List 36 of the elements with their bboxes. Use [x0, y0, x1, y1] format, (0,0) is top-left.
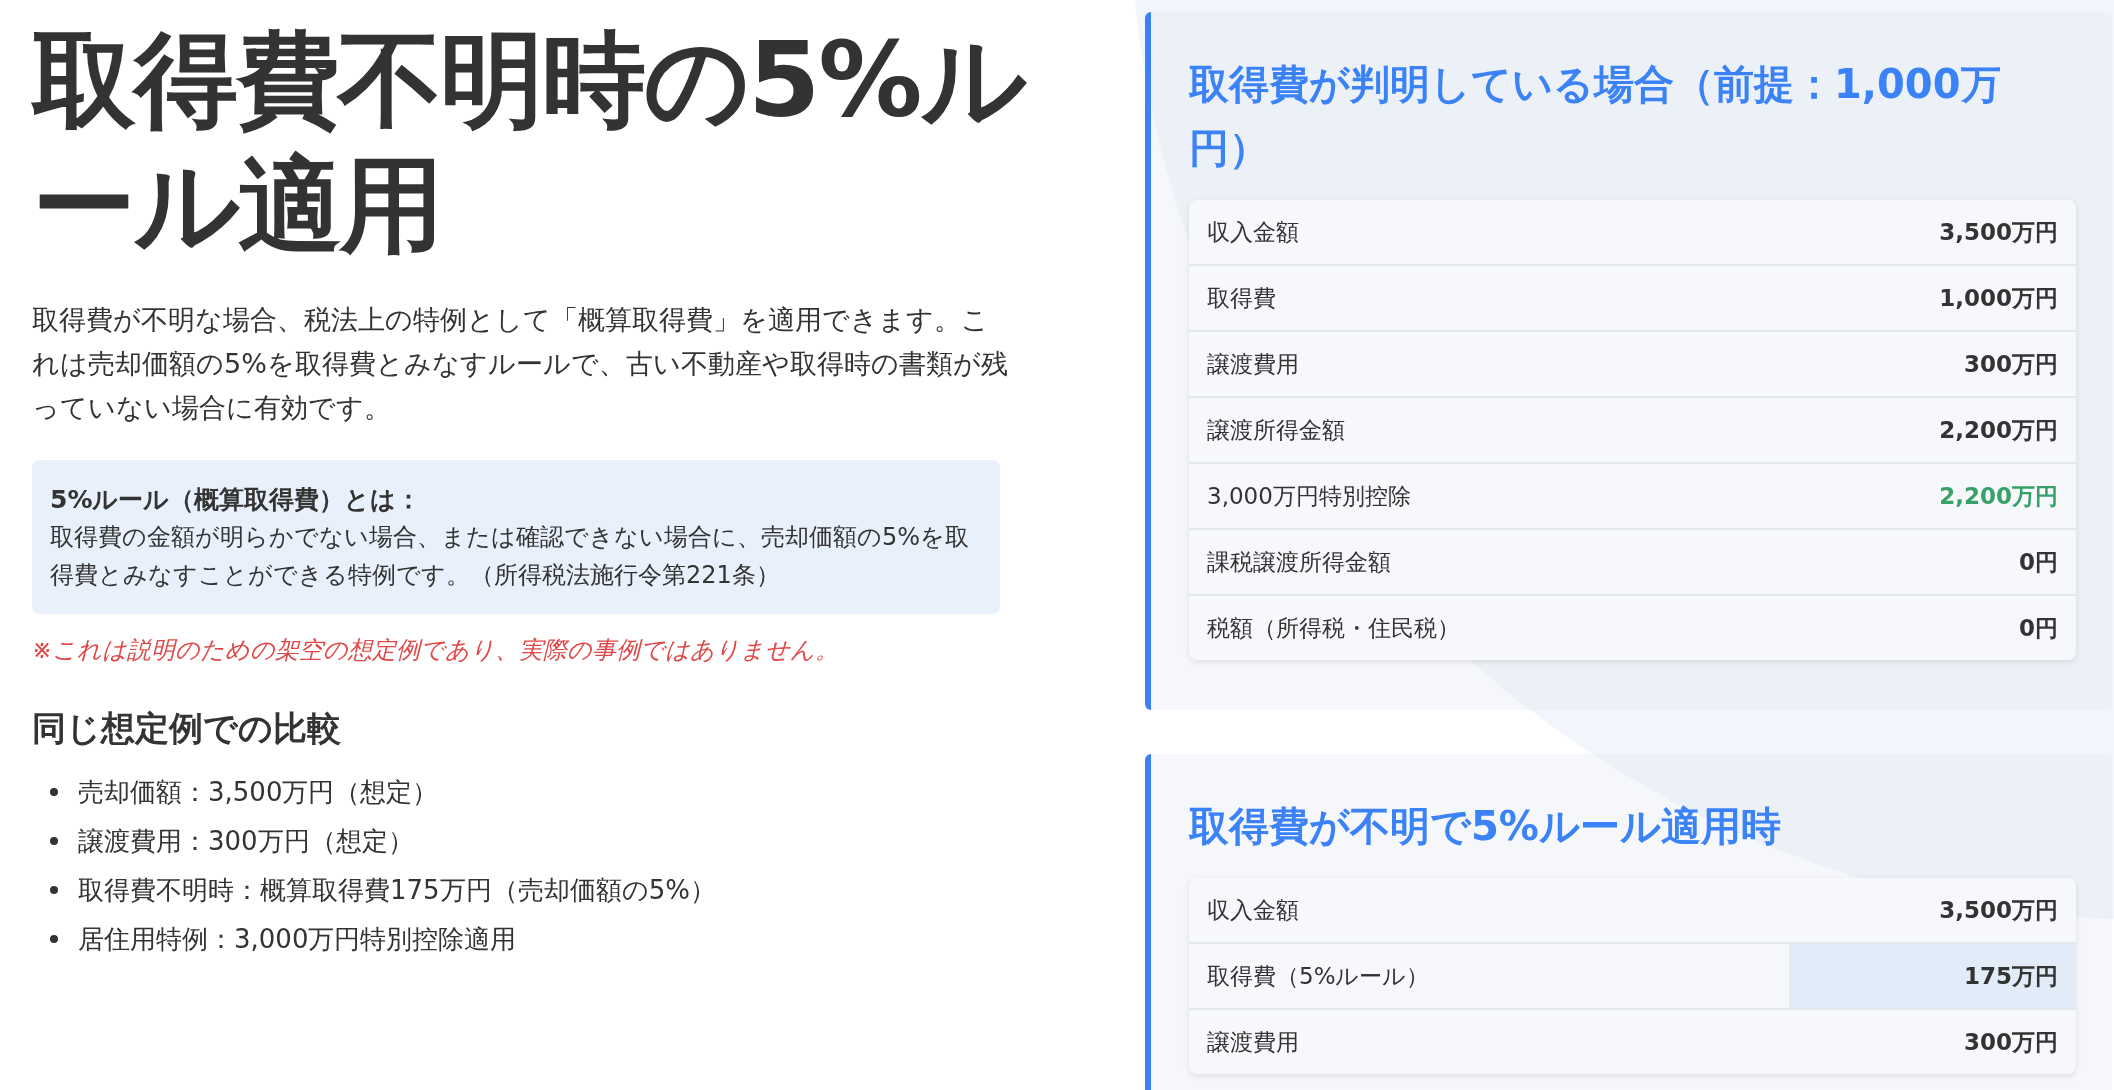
list-item-text: 売却価額：3,500万円（想定） [78, 775, 439, 809]
table-cell-text: 譲渡費用 [1206, 349, 1300, 379]
panel-heading: 取得費が不明で5%ルール適用時 [1189, 802, 1782, 851]
list-item-text: 取得費不明時：概算取得費175万円（売却価額の5%） [78, 873, 716, 907]
table-cell-text: 2,200万円 [1938, 415, 2059, 445]
table-cell-text: 取得費 [1206, 283, 1277, 313]
table-cell-text: 3,500万円 [1938, 217, 2059, 247]
panel-heading: 取得費が判明している場合（前提：1,000万円） [1189, 60, 2002, 173]
bullet-icon [50, 837, 58, 846]
intro-paragraph: 取得費が不明な場合、税法上の特例として「概算取得費」を適用できます。これは売却価額の5%を取得費とみなすルールで、古い不動産や取得時の書類が残っていない場合に有効です。 [32, 302, 1009, 425]
table-cell-text: 3,000万円特別控除 [1206, 481, 1412, 511]
bullet-icon [50, 935, 58, 944]
table-cell-text: 収入金額 [1206, 895, 1300, 925]
table-cell-text: 収入金額 [1206, 217, 1300, 247]
list-item-text: 譲渡費用：300万円（想定） [78, 824, 414, 858]
table-cell-text: 0円 [2018, 613, 2059, 643]
table-cell-text: 300万円 [1963, 1027, 2059, 1057]
disclaimer-text: ※これは説明のための架空の想定例であり、実際の事例ではありません。 [32, 634, 841, 666]
table-cell-text: 2,200万円 [1938, 481, 2059, 511]
page-title: 取得費不明時の5%ルール適用 [32, 18, 1027, 268]
table-cell-text: 税額（所得税・住民税） [1206, 613, 1461, 643]
table-cell-text: 課税譲渡所得金額 [1206, 547, 1392, 577]
callout-text: 取得費の金額が明らかでない場合、または確認できない場合に、売却価額の5%を取得費とみなすことができる特例です。（所得税法施行令第221条） [50, 521, 971, 591]
bullet-icon [50, 886, 58, 895]
section-heading: 同じ想定例での比較 [32, 706, 342, 750]
table-cell-text: 譲渡費用 [1206, 1027, 1300, 1057]
table-cell-text: 300万円 [1963, 349, 2059, 379]
table-cell-text: 0円 [2018, 547, 2059, 577]
callout-heading: 5%ルール（概算取得費）とは： [50, 483, 423, 516]
table-cell: 175万円 [1789, 944, 2076, 1008]
table-cell-text: 3,500万円 [1938, 895, 2059, 925]
table-cell-text: 譲渡所得金額 [1206, 415, 1346, 445]
table-cell-text: 取得費（5%ルール） [1206, 961, 1431, 991]
table-cell-text: 1,000万円 [1938, 283, 2059, 313]
bullet-icon [50, 788, 58, 797]
list-item-text: 居住用特例：3,000万円特別控除適用 [78, 922, 517, 956]
